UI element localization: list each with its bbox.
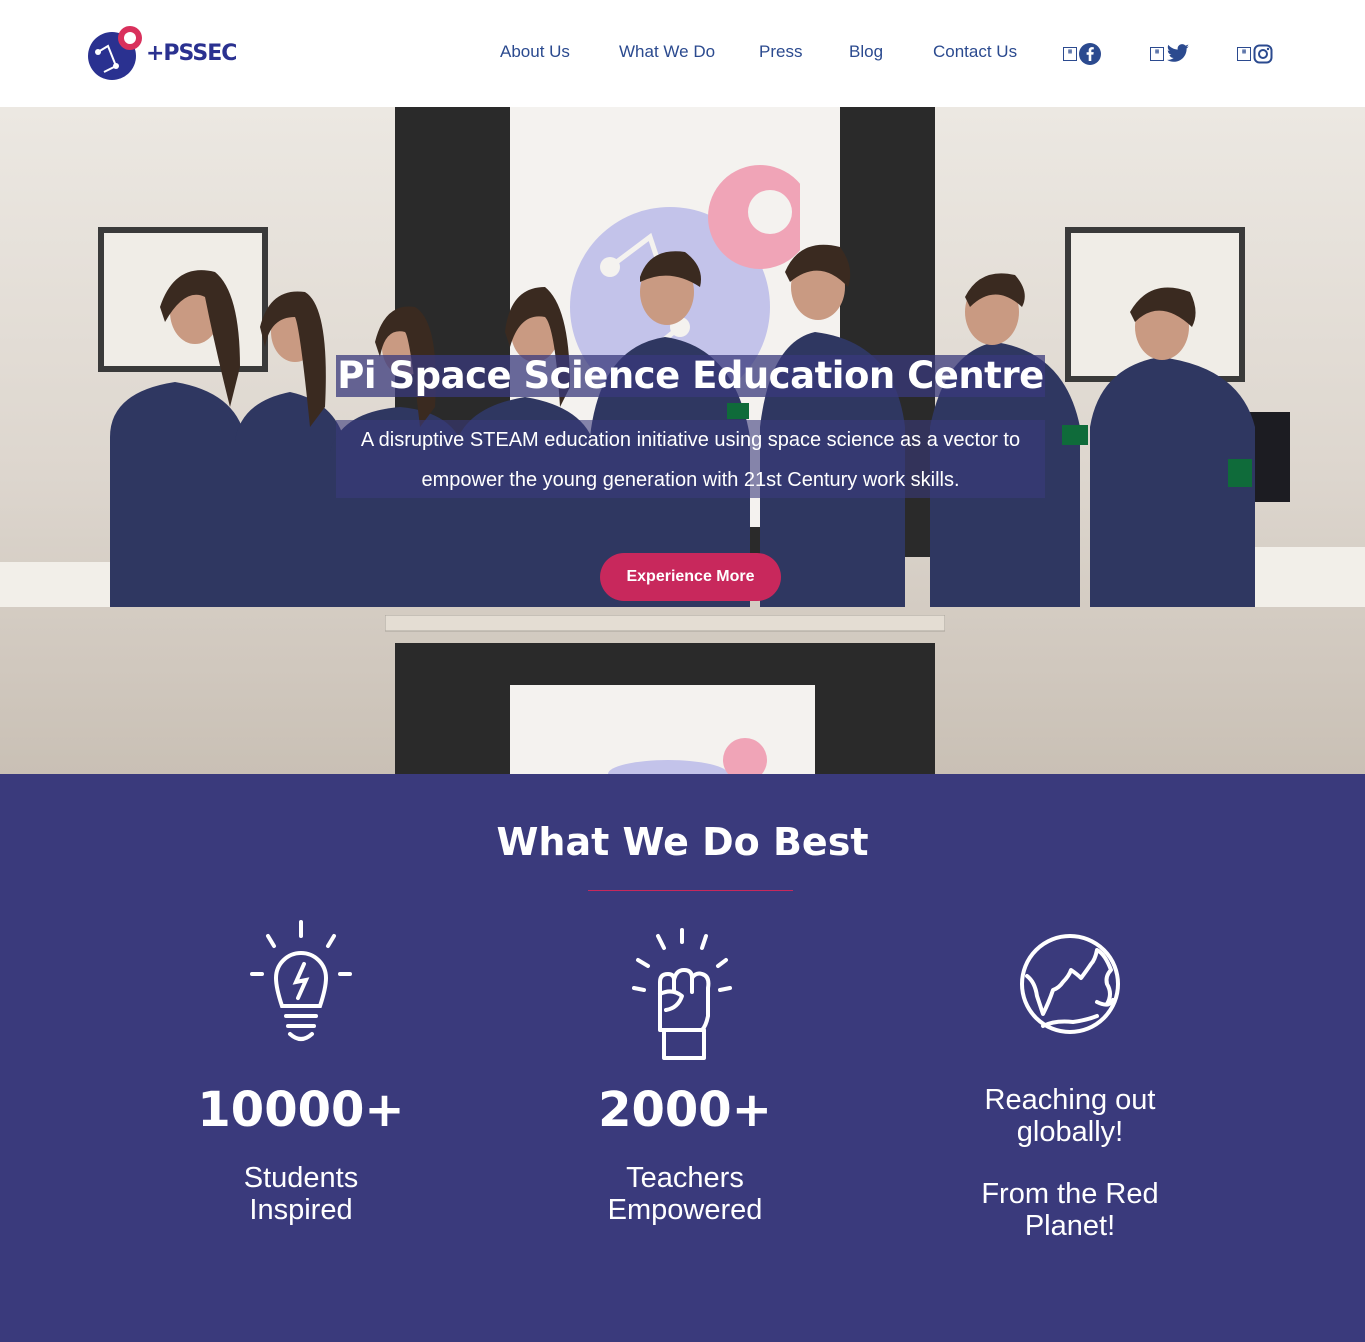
facebook-icon [1079, 43, 1101, 65]
stat-value: 10000+ [197, 1082, 405, 1138]
hero-banner: Pi Space Science Education Centre A disr… [0, 107, 1365, 774]
facebook-link[interactable]: ▦ [1063, 41, 1101, 67]
site-header: +PSSEC About Us What We Do Press Blog Co… [0, 0, 1365, 107]
nav-press[interactable]: Press [759, 42, 802, 62]
missing-glyph-icon: ▦ [1150, 47, 1164, 61]
instagram-icon [1253, 44, 1273, 64]
nav-about-us[interactable]: About Us [500, 42, 570, 62]
section-title: What We Do Best [496, 820, 869, 864]
stat-label: Teachers Empowered [607, 1162, 763, 1226]
stat-card-global: Reaching out globally! From the Red Plan… [920, 914, 1220, 1242]
missing-glyph-icon: ▦ [1063, 47, 1077, 61]
twitter-icon [1166, 44, 1189, 62]
stat-value: 2000+ [598, 1082, 772, 1138]
stat-label-secondary: From the Red Planet! [981, 1178, 1159, 1242]
nav-contact-us[interactable]: Contact Us [933, 42, 1017, 62]
hero-title: Pi Space Science Education Centre [337, 354, 1044, 397]
nav-blog[interactable]: Blog [849, 42, 883, 62]
stat-card-teachers: 2000+ Teachers Empowered [535, 914, 835, 1226]
nav-what-we-do[interactable]: What We Do [619, 42, 715, 62]
stat-label: Reaching out globally! [984, 1084, 1156, 1148]
lightbulb-icon [250, 920, 352, 1041]
projector-screen-reflection [385, 615, 945, 774]
what-we-do-best-section: What We Do Best 10000+ Students Inspired [0, 774, 1365, 1342]
instagram-link[interactable]: ▦ [1237, 41, 1273, 67]
hero-subtitle: A disruptive STEAM education initiative … [360, 429, 1021, 491]
experience-more-button[interactable]: Experience More [600, 553, 781, 601]
twitter-link[interactable]: ▦ [1150, 41, 1190, 67]
globe-icon [1020, 934, 1120, 1034]
raised-fist-icon [632, 928, 732, 1060]
section-divider [588, 890, 793, 891]
stat-card-students: 10000+ Students Inspired [151, 914, 451, 1226]
stat-label: Students Inspired [243, 1162, 359, 1226]
missing-glyph-icon: ▦ [1237, 47, 1251, 61]
